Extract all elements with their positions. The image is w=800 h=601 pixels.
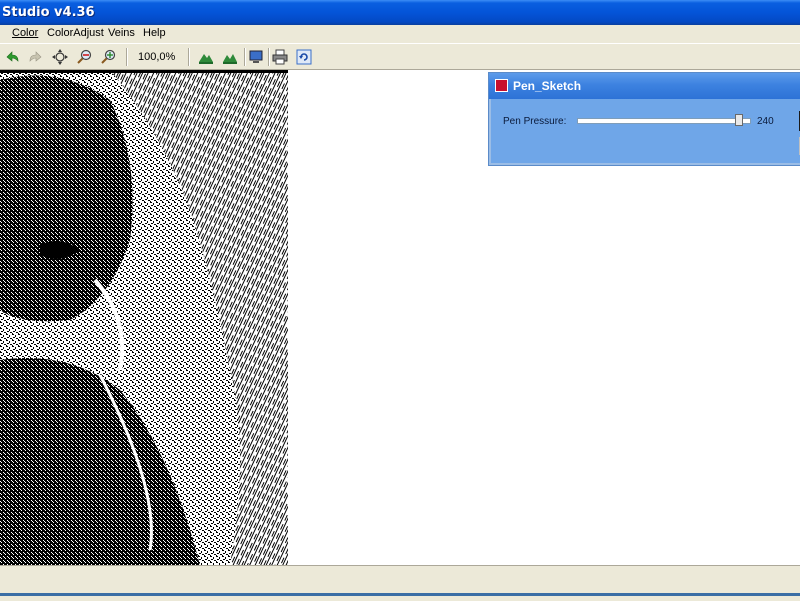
display-button[interactable]: [246, 47, 266, 67]
redo-button[interactable]: [26, 47, 46, 67]
menu-help-label: Help: [143, 27, 166, 39]
menu-color[interactable]: Color: [12, 27, 38, 39]
dialog-body: Pen Pressure: 240: [491, 99, 800, 163]
pen-pressure-slider-thumb[interactable]: [734, 114, 743, 126]
print-icon: [272, 49, 288, 65]
mountain-icon: [223, 54, 237, 64]
refresh-icon: [296, 49, 312, 65]
menu-bar: Color ColorAdjust Veins Help: [0, 25, 800, 43]
undo-icon: [6, 51, 19, 62]
window-titlebar[interactable]: Studio v4.36: [0, 0, 800, 25]
window-title: Studio v4.36: [2, 5, 95, 20]
status-divider: [0, 593, 800, 596]
menu-coloradjust-label: ColorAdjust: [47, 27, 104, 39]
sketch-image: [0, 70, 288, 565]
zoom-out-icon: [77, 49, 92, 64]
menu-color-label: Color: [12, 27, 39, 39]
zoom-in-button[interactable]: [98, 47, 118, 67]
toolbar-separator: [188, 48, 190, 66]
menu-veins-label: Veins: [108, 27, 135, 39]
menu-veins[interactable]: Veins: [108, 27, 135, 39]
pen-pressure-slider[interactable]: [577, 118, 751, 124]
zoom-level: 100,0%: [138, 51, 176, 63]
toolbar: 100,0%: [0, 43, 800, 70]
menu-coloradjust[interactable]: ColorAdjust: [47, 27, 104, 39]
redo-icon: [29, 51, 42, 62]
pan-button[interactable]: [50, 47, 70, 67]
dialog-titlebar[interactable]: Pen_Sketch: [489, 73, 800, 99]
refresh-button[interactable]: [294, 47, 314, 67]
status-bar: [0, 565, 800, 601]
pen-sketch-dialog[interactable]: Pen_Sketch Pen Pressure: 240: [488, 72, 800, 166]
toolbar-separator: [126, 48, 128, 66]
zoom-in-icon: [101, 49, 116, 64]
pan-icon: [52, 49, 68, 65]
dialog-title: Pen_Sketch: [513, 79, 582, 93]
pen-pressure-value: 240: [757, 116, 774, 127]
pen-pressure-label: Pen Pressure:: [503, 116, 567, 127]
terrain-button-2[interactable]: [220, 47, 240, 67]
terrain-button-1[interactable]: [196, 47, 216, 67]
monitor-icon: [249, 50, 263, 63]
print-button[interactable]: [270, 47, 290, 67]
mountain-icon: [199, 54, 213, 64]
undo-button[interactable]: [2, 47, 22, 67]
app-icon: [495, 79, 508, 92]
menu-help[interactable]: Help: [143, 27, 166, 39]
zoom-out-button[interactable]: [74, 47, 94, 67]
